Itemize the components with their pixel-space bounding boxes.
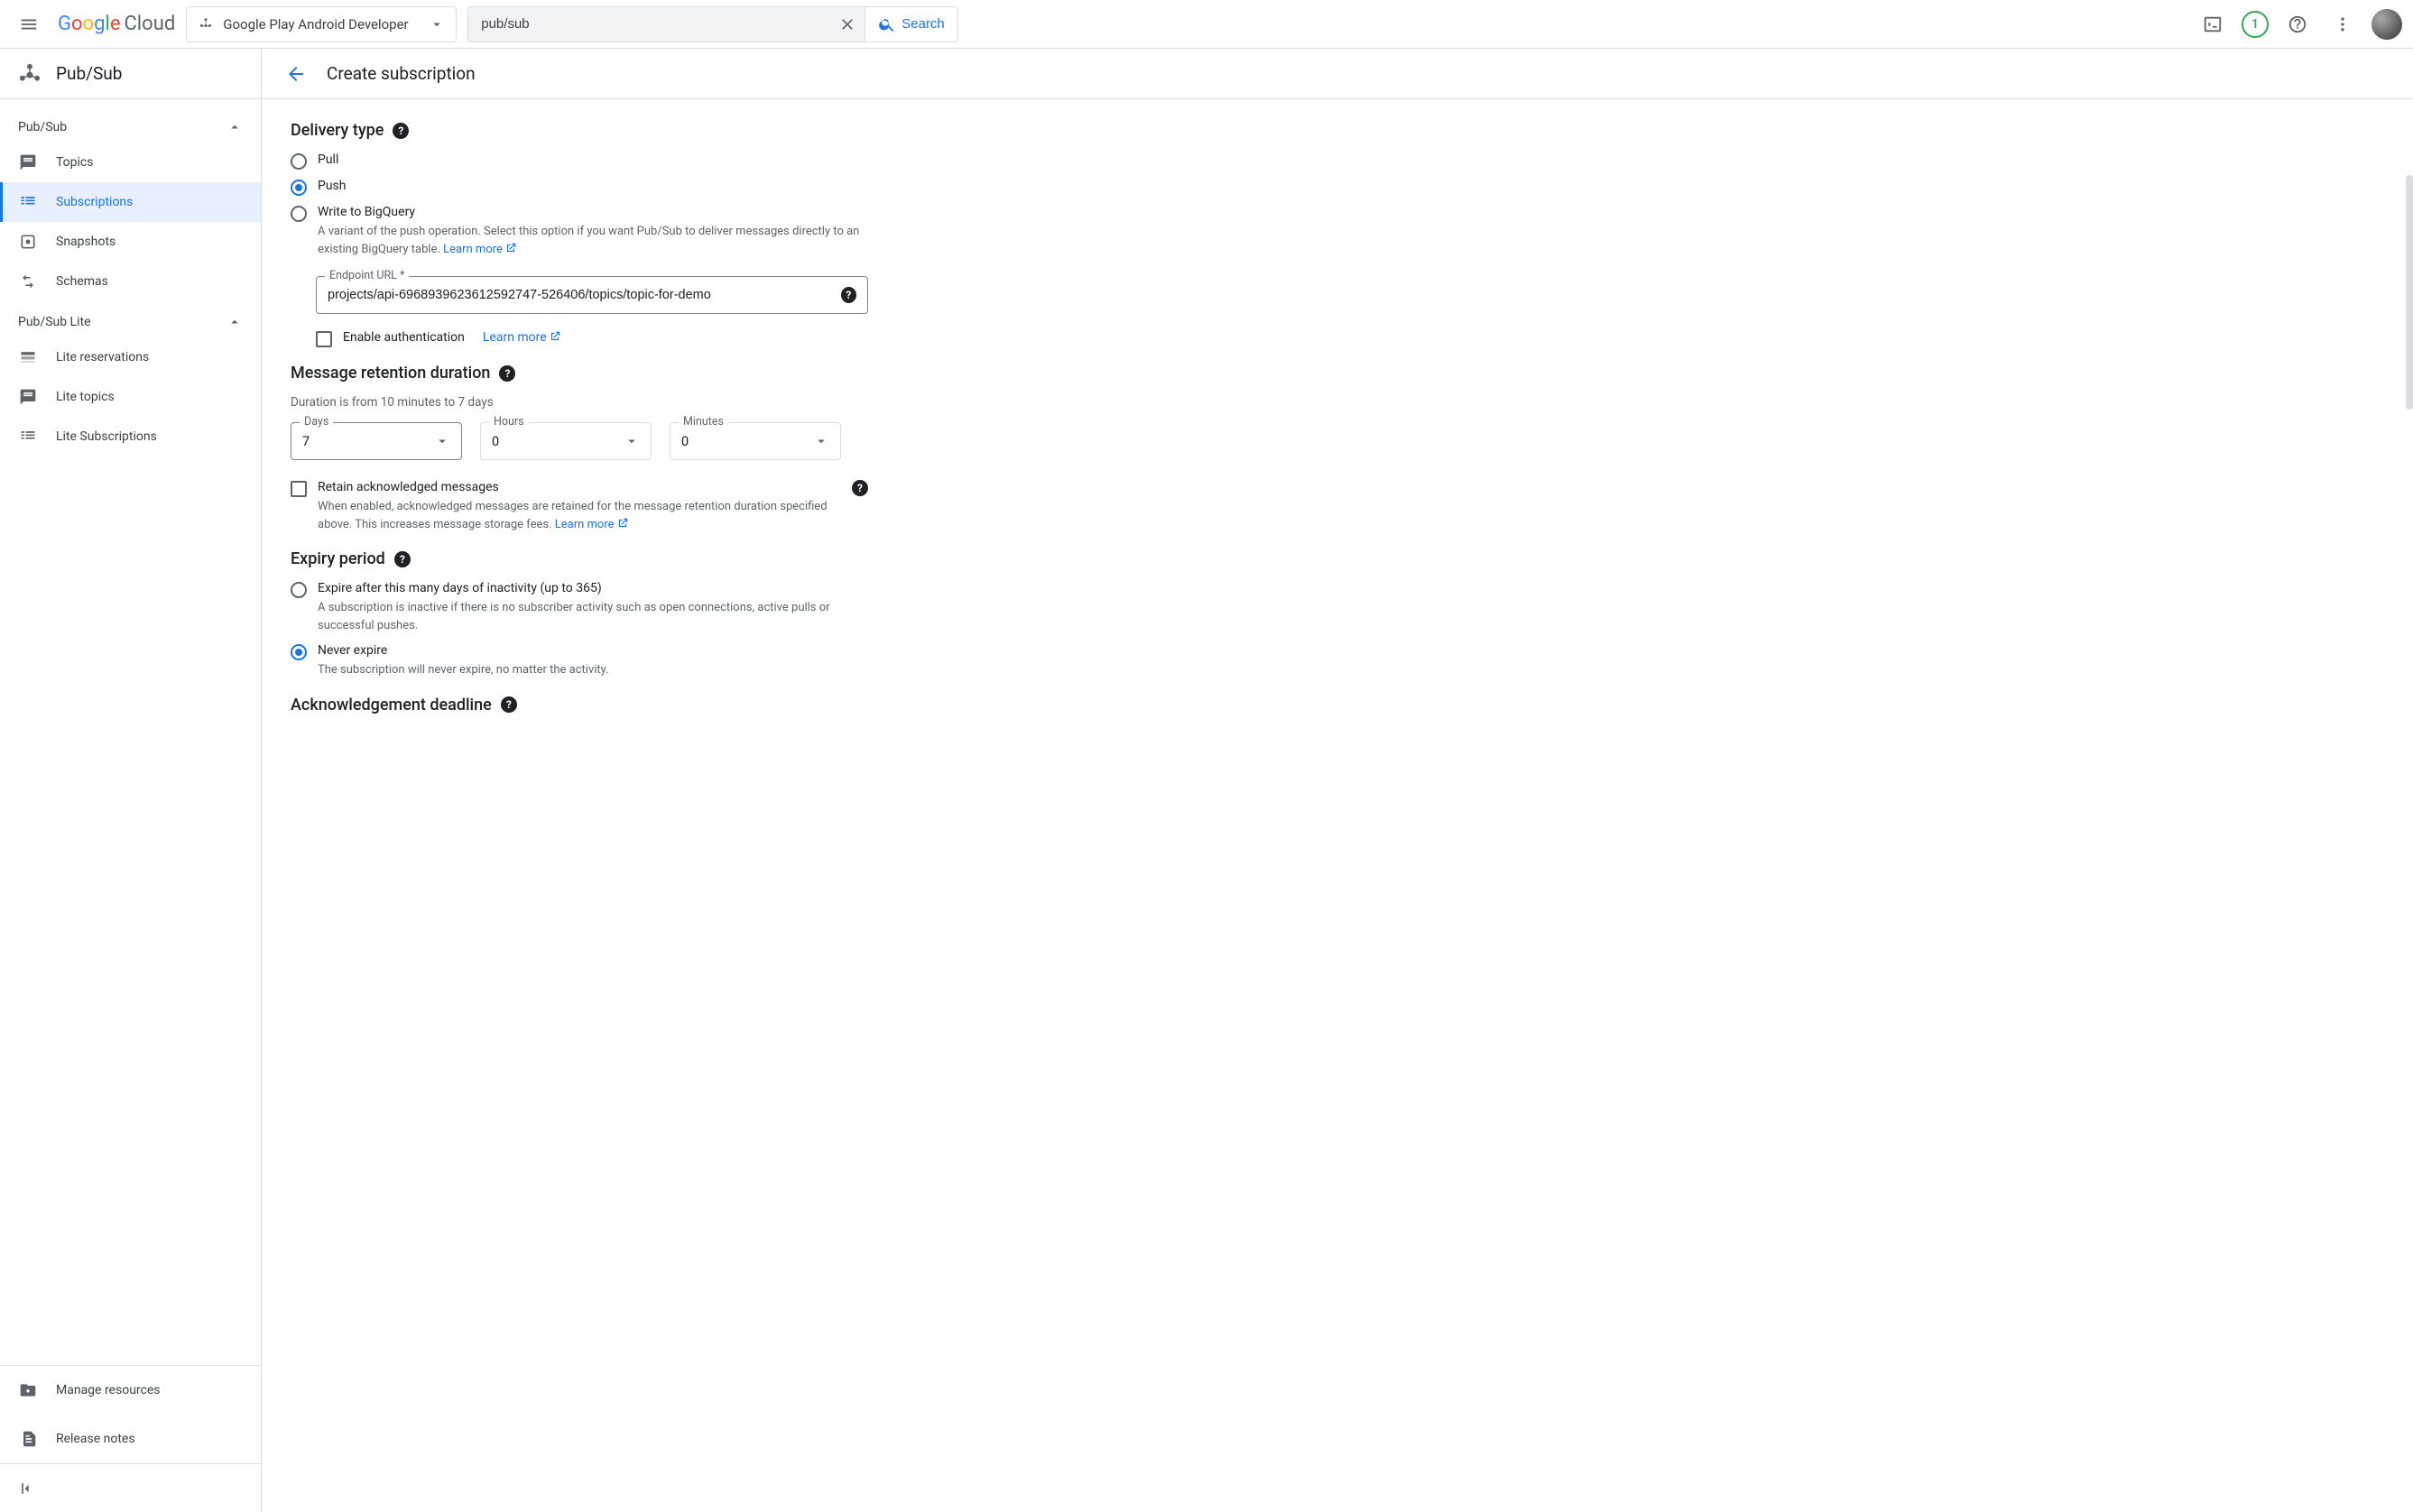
external-link-icon (504, 242, 517, 254)
radio-icon (291, 153, 307, 170)
snapshot-icon (19, 233, 37, 251)
endpoint-help[interactable]: ? (841, 287, 856, 303)
sidebar-item-subscriptions[interactable]: Subscriptions (0, 182, 261, 222)
delivery-push-radio[interactable]: Push (291, 179, 868, 196)
endpoint-url-field[interactable]: Endpoint URL * ? (316, 276, 868, 314)
ack-help[interactable]: ? (501, 696, 517, 713)
enable-auth-checkbox[interactable]: Enable authentication Learn more (316, 330, 868, 347)
radio-selected-icon (291, 644, 307, 660)
sidebar-item-manage-resources[interactable]: Manage resources (0, 1366, 261, 1415)
expiry-heading: Expiry period ? (291, 549, 868, 568)
subscriptions-icon (19, 428, 37, 446)
delivery-pull-radio[interactable]: Pull (291, 152, 868, 170)
days-select[interactable]: Days 7 (291, 422, 462, 460)
subscriptions-icon (19, 193, 37, 211)
expiry-help[interactable]: ? (394, 551, 411, 567)
search-input[interactable] (468, 7, 829, 41)
sidebar-item-schemas[interactable]: Schemas (0, 262, 261, 301)
sidebar-item-snapshots[interactable]: Snapshots (0, 222, 261, 262)
radio-icon (291, 206, 307, 222)
pubsub-icon (16, 60, 43, 88)
schema-icon (19, 272, 37, 290)
sidebar-item-lite-reservations[interactable]: Lite reservations (0, 337, 261, 377)
bigquery-learn-more-link[interactable]: Learn more (443, 243, 517, 256)
reservation-icon (19, 348, 37, 366)
retention-help[interactable]: ? (499, 365, 515, 382)
arrow-back-icon (285, 63, 307, 85)
hamburger-icon (19, 14, 39, 34)
retention-heading: Message retention duration ? (291, 364, 868, 383)
sidebar-product-title: Pub/Sub (56, 63, 122, 84)
chevron-up-icon (227, 314, 243, 330)
scrollbar[interactable] (2406, 99, 2413, 1512)
retain-learn-more-link[interactable]: Learn more (555, 518, 629, 531)
chevron-down-icon (813, 433, 829, 449)
sidebar-item-lite-subscriptions[interactable]: Lite Subscriptions (0, 417, 261, 456)
ack-deadline-heading: Acknowledgement deadline ? (291, 696, 868, 715)
help-button[interactable] (2281, 8, 2314, 41)
sidebar-section-pubsub[interactable]: Pub/Sub (0, 106, 261, 143)
sidebar-section-pubsub-lite[interactable]: Pub/Sub Lite (0, 301, 261, 337)
external-link-icon (616, 517, 629, 530)
main-menu-button[interactable] (11, 6, 47, 42)
delivery-bigquery-radio[interactable]: Write to BigQuery A variant of the push … (291, 205, 868, 258)
google-cloud-logo[interactable]: Google Cloud (58, 13, 175, 35)
search-button[interactable]: Search (865, 7, 957, 41)
more-button[interactable] (2326, 8, 2359, 41)
chevron-down-icon (624, 433, 640, 449)
folder-gear-icon (19, 1381, 37, 1399)
main-content: Create subscription Delivery type ? Pull… (262, 49, 2413, 1512)
checkbox-icon (316, 331, 332, 347)
page-title: Create subscription (327, 63, 476, 84)
more-vert-icon (2334, 15, 2352, 33)
chevron-down-icon (434, 433, 450, 449)
search-clear-button[interactable] (829, 7, 865, 41)
topic-icon (19, 153, 37, 171)
search-container: Search (467, 6, 958, 42)
enable-auth-learn-more-link[interactable]: Learn more (483, 330, 561, 345)
notes-icon (19, 1430, 37, 1448)
chevron-down-icon (429, 16, 445, 32)
cloud-shell-button[interactable] (2196, 8, 2229, 41)
sidebar-item-release-notes[interactable]: Release notes (0, 1415, 261, 1463)
radio-icon (291, 582, 307, 598)
help-icon (2288, 14, 2307, 34)
sidebar-item-topics[interactable]: Topics (0, 143, 261, 182)
terminal-icon (2203, 14, 2223, 34)
back-button[interactable] (283, 61, 309, 87)
project-icon (198, 16, 214, 32)
close-icon (838, 15, 856, 33)
notifications-badge[interactable]: 1 (2242, 11, 2269, 38)
delivery-type-heading: Delivery type ? (291, 121, 868, 140)
topic-icon (19, 388, 37, 406)
delivery-type-help[interactable]: ? (393, 123, 409, 139)
retain-acked-checkbox[interactable]: Retain acknowledged messages When enable… (291, 480, 868, 533)
retain-help[interactable]: ? (852, 480, 868, 496)
sidebar-header: Pub/Sub (0, 49, 261, 99)
sidebar-collapse-button[interactable] (0, 1463, 261, 1512)
account-avatar[interactable] (2371, 9, 2402, 40)
minutes-select[interactable]: Minutes 0 (670, 422, 841, 460)
sidebar: Pub/Sub Pub/Sub Topics Subscriptions Sna… (0, 49, 262, 1512)
chevron-up-icon (227, 119, 243, 135)
checkbox-icon (291, 481, 307, 497)
sidebar-item-lite-topics[interactable]: Lite topics (0, 377, 261, 417)
search-icon (878, 15, 896, 33)
project-name: Google Play Android Developer (223, 16, 408, 32)
external-link-icon (549, 330, 561, 343)
endpoint-url-input[interactable] (328, 288, 834, 302)
scrollbar-thumb[interactable] (2406, 175, 2413, 410)
retention-helper: Duration is from 10 minutes to 7 days (291, 395, 868, 410)
radio-selected-icon (291, 180, 307, 196)
never-expire-radio[interactable]: Never expire The subscription will never… (291, 643, 868, 679)
project-picker[interactable]: Google Play Android Developer (186, 6, 457, 42)
expire-after-radio[interactable]: Expire after this many days of inactivit… (291, 581, 868, 634)
hours-select[interactable]: Hours 0 (480, 422, 652, 460)
chevron-left-icon (18, 1480, 36, 1498)
